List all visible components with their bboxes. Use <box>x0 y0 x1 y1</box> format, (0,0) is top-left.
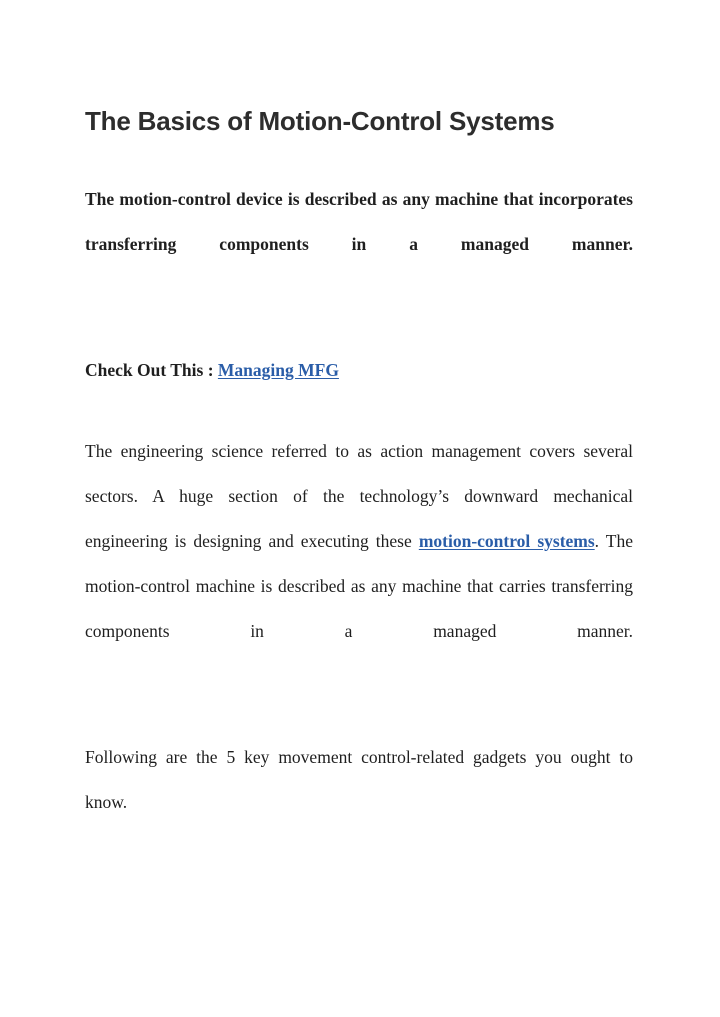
callout-prefix-label: Check Out This : <box>85 360 218 380</box>
body-paragraph: The engineering science referred to as a… <box>85 393 633 699</box>
document-content-column: The Basics of Motion-Control Systems The… <box>85 0 633 870</box>
managing-mfg-link[interactable]: Managing MFG <box>218 360 339 380</box>
check-out-this-callout: Check Out This : Managing MFG <box>85 312 633 393</box>
document-page: The Basics of Motion-Control Systems The… <box>0 0 720 1017</box>
lead-paragraph: The motion-control device is described a… <box>85 189 633 254</box>
page-title: The Basics of Motion-Control Systems <box>85 106 555 136</box>
closing-paragraph: Following are the 5 key movement control… <box>85 747 633 812</box>
motion-control-systems-link[interactable]: motion-control systems <box>419 531 595 551</box>
